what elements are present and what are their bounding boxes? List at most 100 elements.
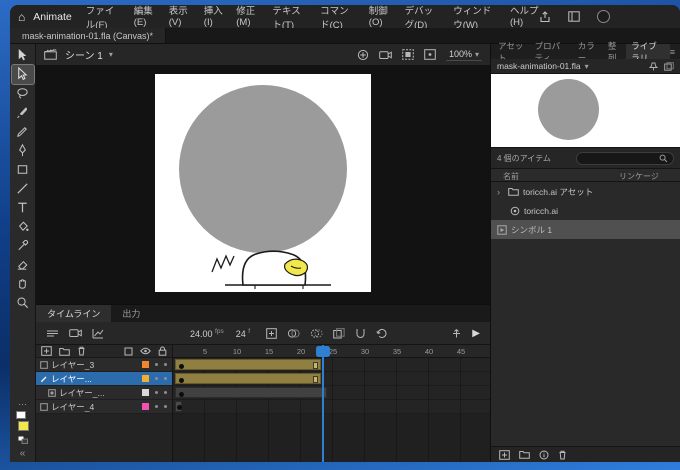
- panel-menu-icon[interactable]: ≡: [670, 47, 675, 57]
- pencil-tool[interactable]: [12, 122, 34, 141]
- frame-rate-display[interactable]: 24 f: [236, 328, 250, 339]
- insert-frame-icon[interactable]: [266, 327, 277, 339]
- zoom-tool[interactable]: [12, 293, 34, 312]
- menu-text[interactable]: テキスト(T): [272, 5, 307, 31]
- new-layer-icon[interactable]: [41, 346, 52, 356]
- center-stage-icon[interactable]: [424, 49, 436, 60]
- frames-layer-3[interactable]: [173, 358, 490, 372]
- disclosure-icon[interactable]: ›: [497, 187, 504, 197]
- paint-bucket-tool[interactable]: [12, 217, 34, 236]
- onion-skin-outline-icon[interactable]: [310, 328, 323, 339]
- menu-window[interactable]: ウィンドウ(W): [453, 5, 497, 31]
- library-column-headers[interactable]: 名前 リンケージ: [491, 168, 680, 182]
- stroke-color-chip[interactable]: [15, 411, 26, 419]
- layer-outline-color[interactable]: [142, 403, 149, 410]
- new-folder-icon[interactable]: [519, 450, 530, 459]
- default-colors-icon[interactable]: [18, 436, 28, 444]
- onion-skin-icon[interactable]: [287, 328, 300, 339]
- text-tool[interactable]: [12, 198, 34, 217]
- workspace-icon[interactable]: [568, 11, 580, 22]
- tab-color[interactable]: カラー: [573, 41, 603, 63]
- pin-library-icon[interactable]: [649, 62, 658, 71]
- frames-layer-masked[interactable]: [173, 386, 490, 400]
- layer-row-4[interactable]: レイヤー_4: [36, 400, 172, 414]
- scene-name[interactable]: シーン 1: [65, 47, 103, 62]
- library-item-symbol[interactable]: シンボル 1: [491, 220, 680, 239]
- frame-span[interactable]: [175, 387, 327, 398]
- layer-visibility-toggle[interactable]: [155, 391, 158, 394]
- stage[interactable]: [36, 66, 490, 304]
- tab-properties[interactable]: プロパティ: [530, 41, 573, 63]
- selection-tool[interactable]: [12, 46, 34, 65]
- library-document-name[interactable]: mask-animation-01.fla: [497, 61, 581, 71]
- menu-modify[interactable]: 修正(M): [236, 5, 259, 31]
- menu-control[interactable]: 制御(O): [369, 5, 392, 31]
- collapse-toolbar-icon[interactable]: «: [20, 448, 26, 459]
- loop-icon[interactable]: [376, 328, 388, 339]
- new-folder-icon[interactable]: [59, 347, 70, 356]
- layer-row-masked[interactable]: レイヤー_...: [36, 386, 172, 400]
- layer-visibility-toggle[interactable]: [155, 363, 158, 366]
- frames-empty-area[interactable]: [173, 414, 490, 462]
- frame-ruler[interactable]: 5 10 15 20 25 30 35 40 45: [173, 345, 490, 358]
- subselection-tool[interactable]: [10, 64, 35, 85]
- layer-row-3[interactable]: レイヤー_3: [36, 358, 172, 372]
- library-search[interactable]: [576, 151, 674, 165]
- tween-span[interactable]: [175, 359, 321, 370]
- menu-insert[interactable]: 挿入(I): [204, 5, 223, 31]
- eyedropper-tool[interactable]: [12, 236, 34, 255]
- play-button[interactable]: ▶: [472, 328, 480, 339]
- lock-column-icon[interactable]: [158, 346, 167, 356]
- layer-outline-color[interactable]: [142, 375, 149, 382]
- tab-library[interactable]: ライブラリ: [626, 41, 670, 63]
- column-linkage[interactable]: リンケージ: [619, 171, 659, 182]
- menu-commands[interactable]: コマンド(C): [320, 5, 356, 31]
- rectangle-tool[interactable]: [12, 160, 34, 179]
- visibility-column-icon[interactable]: [140, 347, 151, 355]
- camera-icon[interactable]: [379, 50, 392, 60]
- tween-span[interactable]: [175, 373, 321, 384]
- lasso-tool[interactable]: [12, 84, 34, 103]
- share-icon[interactable]: [539, 10, 551, 23]
- menu-view[interactable]: 表示(V): [169, 5, 191, 31]
- playhead-line[interactable]: [322, 345, 324, 462]
- eraser-tool[interactable]: [12, 255, 34, 274]
- delete-layer-icon[interactable]: [77, 346, 86, 356]
- library-document-caret-icon[interactable]: ▾: [585, 62, 589, 71]
- layer-outline-color[interactable]: [142, 361, 149, 368]
- layer-visibility-toggle[interactable]: [155, 377, 158, 380]
- layer-stack-icon[interactable]: [46, 328, 59, 339]
- layer-lock-toggle[interactable]: [164, 377, 167, 380]
- new-symbol-icon[interactable]: [499, 449, 510, 460]
- clip-content-icon[interactable]: [402, 49, 414, 60]
- outline-column-icon[interactable]: [124, 347, 133, 356]
- delete-item-icon[interactable]: [558, 450, 567, 460]
- zoom-control[interactable]: 100% ▾: [445, 48, 482, 61]
- brush-tool[interactable]: [12, 103, 34, 122]
- tool-options-dots-icon[interactable]: ⋯: [18, 400, 27, 409]
- tab-align[interactable]: 整列: [603, 41, 626, 63]
- fill-color-chip[interactable]: [17, 421, 29, 431]
- tab-assets[interactable]: アセット: [493, 41, 530, 63]
- keyframe-cell[interactable]: [175, 401, 182, 412]
- tab-timeline[interactable]: タイムライン: [36, 305, 112, 322]
- library-item-folder[interactable]: › toricch.ai アセット: [491, 182, 680, 201]
- frames-layer-4[interactable]: [173, 400, 490, 414]
- edit-symbols-icon[interactable]: [357, 49, 369, 61]
- user-avatar[interactable]: [597, 10, 610, 23]
- item-properties-icon[interactable]: [539, 450, 549, 460]
- pen-tool[interactable]: [12, 141, 34, 160]
- layer-depth-icon[interactable]: [92, 328, 104, 339]
- layer-visibility-toggle[interactable]: [155, 405, 158, 408]
- menu-help[interactable]: ヘルプ(H): [510, 5, 539, 31]
- tab-output[interactable]: 出力: [111, 305, 151, 322]
- home-icon[interactable]: ⌂: [18, 10, 25, 24]
- line-tool[interactable]: [12, 179, 34, 198]
- hand-tool[interactable]: [12, 274, 34, 293]
- frames-area[interactable]: 5 10 15 20 25 30 35 40 45: [173, 345, 490, 462]
- center-playhead-icon[interactable]: [451, 328, 462, 339]
- fps-display[interactable]: 24.00 fps: [190, 328, 224, 339]
- timeline-camera-icon[interactable]: [69, 328, 82, 338]
- document-tab[interactable]: mask-animation-01.fla (Canvas)*: [10, 28, 167, 43]
- library-item-graphic[interactable]: toricch.ai: [491, 201, 680, 220]
